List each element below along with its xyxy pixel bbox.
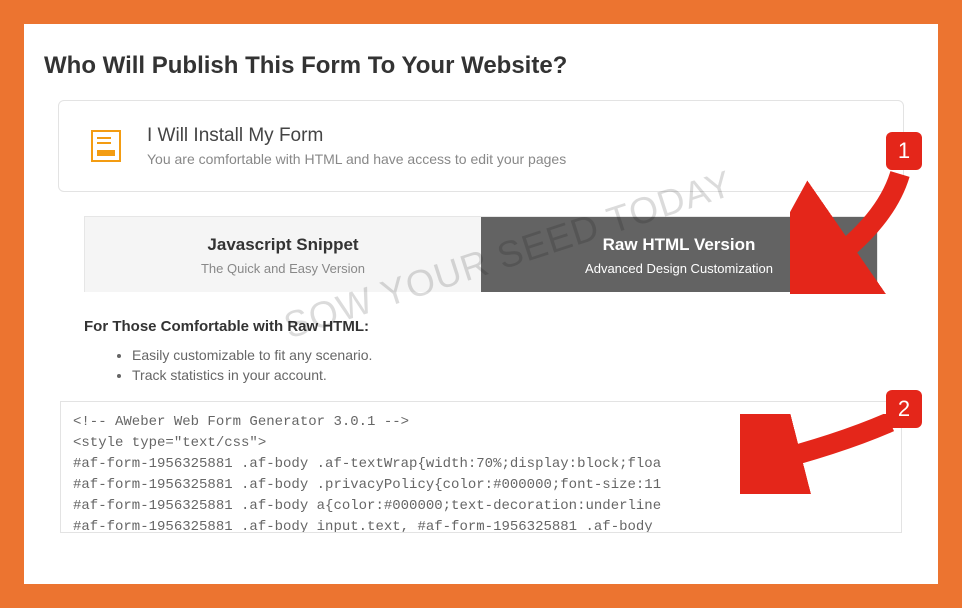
main-card: Who Will Publish This Form To Your Websi… bbox=[24, 24, 938, 584]
code-content: <!-- AWeber Web Form Generator 3.0.1 -->… bbox=[73, 414, 661, 533]
list-item: Track statistics in your account. bbox=[132, 367, 878, 383]
install-my-form-option[interactable]: I Will Install My Form You are comfortab… bbox=[58, 100, 904, 192]
version-tabs: Javascript Snippet The Quick and Easy Ve… bbox=[84, 216, 878, 292]
tab-javascript-snippet[interactable]: Javascript Snippet The Quick and Easy Ve… bbox=[85, 217, 481, 292]
section-heading: For Those Comfortable with Raw HTML: bbox=[84, 318, 878, 335]
install-title: I Will Install My Form bbox=[147, 125, 566, 147]
feature-list: Easily customizable to fit any scenario.… bbox=[132, 347, 878, 383]
tab-js-title: Javascript Snippet bbox=[95, 235, 471, 255]
install-text: I Will Install My Form You are comfortab… bbox=[147, 125, 566, 167]
tab-raw-html[interactable]: Raw HTML Version Advanced Design Customi… bbox=[481, 217, 877, 292]
raw-html-code-textarea[interactable]: <!-- AWeber Web Form Generator 3.0.1 -->… bbox=[60, 401, 902, 533]
form-icon bbox=[87, 127, 125, 165]
tab-raw-subtitle: Advanced Design Customization bbox=[491, 261, 867, 276]
tab-raw-title: Raw HTML Version bbox=[491, 235, 867, 255]
install-subtitle: You are comfortable with HTML and have a… bbox=[147, 151, 566, 167]
raw-html-section: For Those Comfortable with Raw HTML: Eas… bbox=[84, 318, 878, 383]
scrollbar-thumb[interactable] bbox=[887, 412, 897, 426]
tab-js-subtitle: The Quick and Easy Version bbox=[95, 261, 471, 276]
page-title: Who Will Publish This Form To Your Websi… bbox=[24, 24, 938, 100]
list-item: Easily customizable to fit any scenario. bbox=[132, 347, 878, 363]
